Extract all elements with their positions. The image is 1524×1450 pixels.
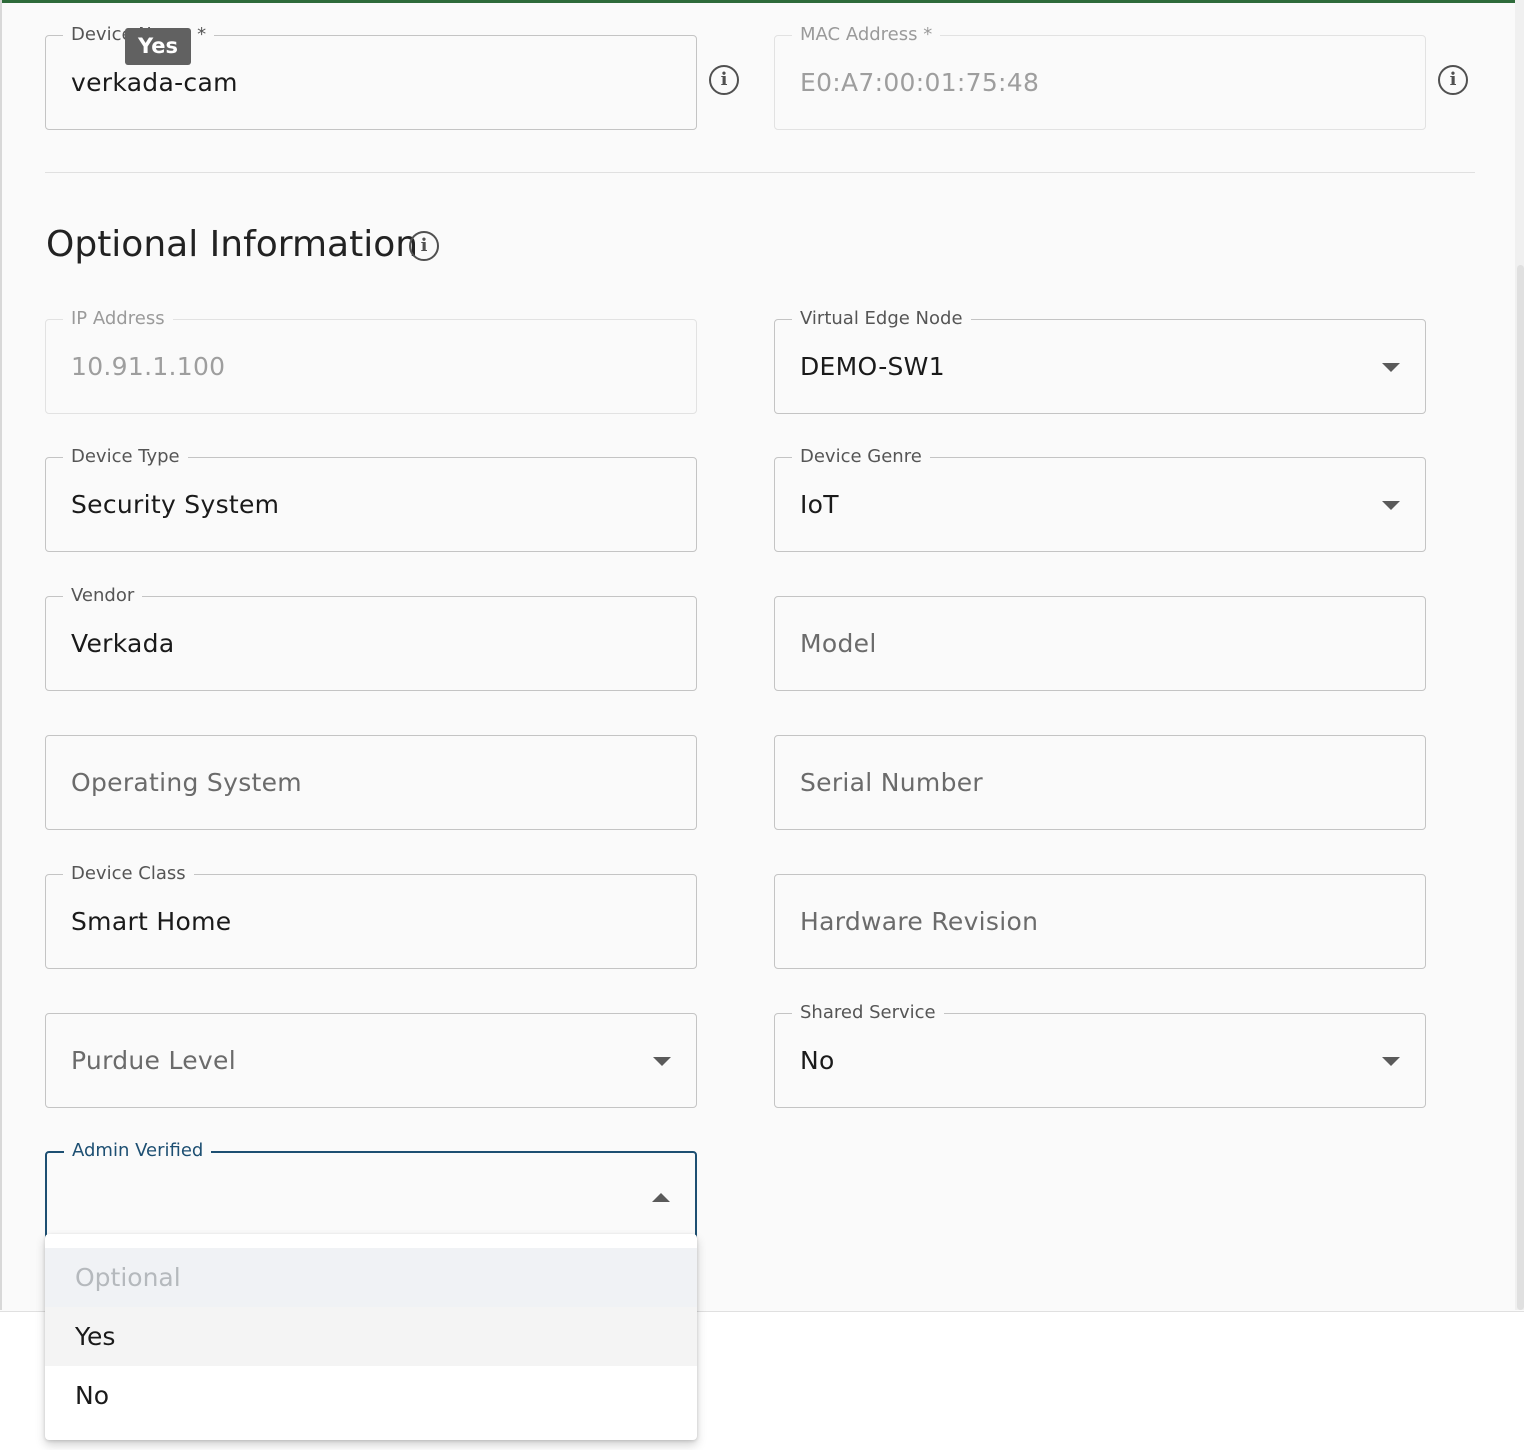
caret-down-icon[interactable] [1382,1057,1400,1066]
shared-service-label: Shared Service [792,1001,944,1025]
virtual-edge-node-value: DEMO-SW1 [800,352,945,381]
model-input[interactable]: Model [800,628,877,660]
mac-address-value: E0:A7:00:01:75:48 [800,68,1040,97]
left-border [0,0,2,1310]
model-field[interactable]: Model [774,596,1426,691]
device-type-input[interactable]: Security System [71,489,279,521]
device-genre-label: Device Genre [792,445,930,469]
caret-down-icon[interactable] [1382,501,1400,510]
menu-item-no[interactable]: No [45,1366,697,1425]
device-name-input[interactable]: verkada-cam [71,67,238,99]
admin-verified-select[interactable]: Admin Verified [45,1139,697,1246]
hardware-revision-field[interactable]: Hardware Revision [774,874,1426,969]
caret-down-icon[interactable] [653,1057,671,1066]
device-class-field[interactable]: Device Class Smart Home [45,862,697,969]
section-title: Optional Information [46,222,418,268]
section-title-text: Optional Information [46,224,419,265]
caret-down-icon[interactable] [1382,363,1400,372]
mac-address-field: MAC Address * E0:A7:00:01:75:48 [774,23,1426,130]
menu-item-optional: Optional [45,1248,697,1307]
shared-service-select[interactable]: Shared Service No [774,1001,1426,1108]
shared-service-value: No [800,1046,835,1075]
serial-number-field[interactable]: Serial Number [774,735,1426,830]
hardware-revision-input[interactable]: Hardware Revision [800,906,1038,938]
virtual-edge-node-select[interactable]: Virtual Edge Node DEMO-SW1 [774,307,1426,414]
vendor-input[interactable]: Verkada [71,628,174,660]
ip-address-value: 10.91.1.100 [71,352,226,381]
device-genre-select[interactable]: Device Genre IoT [774,445,1426,552]
purdue-level-select[interactable]: Purdue Level [45,1013,697,1108]
section-divider [45,172,1475,173]
vendor-field[interactable]: Vendor Verkada [45,584,697,691]
info-icon[interactable]: i [709,65,739,95]
device-type-field[interactable]: Device Type Security System [45,445,697,552]
caret-up-icon[interactable] [652,1193,670,1202]
info-icon[interactable]: i [1438,65,1468,95]
tooltip: Yes [125,28,191,65]
device-type-label: Device Type [63,445,188,469]
operating-system-field[interactable]: Operating System [45,735,697,830]
purdue-level-placeholder: Purdue Level [71,1046,236,1075]
ip-address-field: IP Address 10.91.1.100 [45,307,697,414]
menu-item-yes[interactable]: Yes [45,1307,697,1366]
mac-address-label: MAC Address * [792,23,941,47]
scrollbar-thumb[interactable] [1517,265,1524,1310]
device-genre-value: IoT [800,490,839,519]
operating-system-input[interactable]: Operating System [71,767,302,799]
device-class-label: Device Class [63,862,194,886]
info-icon[interactable]: i [409,231,439,261]
virtual-edge-node-label: Virtual Edge Node [792,307,971,331]
top-accent-bar [0,0,1524,3]
serial-number-input[interactable]: Serial Number [800,767,983,799]
admin-verified-menu: Optional Yes No [45,1234,697,1440]
device-class-input[interactable]: Smart Home [71,906,231,938]
ip-address-label: IP Address [63,307,173,331]
vendor-label: Vendor [63,584,143,608]
admin-verified-label: Admin Verified [64,1139,212,1163]
